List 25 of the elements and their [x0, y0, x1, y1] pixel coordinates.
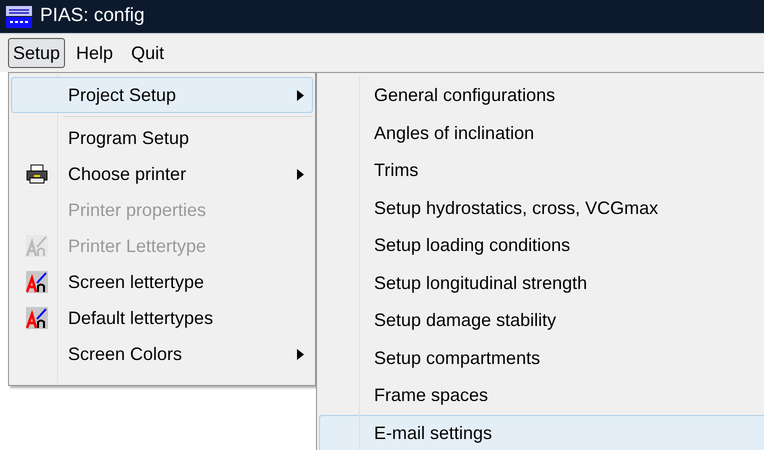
window-title: PIAS: config	[40, 4, 145, 28]
menu-item[interactable]: Default lettertypes	[11, 300, 313, 336]
menu-item[interactable]: Setup hydrostatics, cross, VCGmax	[319, 190, 764, 227]
menu-item[interactable]: Setup compartments	[319, 340, 764, 377]
menu-item[interactable]: Setup loading conditions	[319, 227, 764, 264]
app-icon	[6, 6, 32, 28]
menu-item[interactable]: Angles of inclination	[319, 114, 764, 152]
menu-item[interactable]: Setup longitudinal strength	[319, 264, 764, 302]
menu-item[interactable]: Program Setup	[11, 120, 313, 156]
menu-item[interactable]: Choose printer	[11, 156, 313, 192]
menu-item[interactable]: General configurations	[319, 77, 764, 114]
menu-item[interactable]: Screen Colors	[11, 336, 313, 372]
menu-bar-item[interactable]: Setup	[8, 38, 66, 68]
menu-item[interactable]: Trims	[319, 152, 764, 190]
menu-item[interactable]: Project Setup	[11, 77, 313, 113]
font-icon	[26, 235, 48, 257]
menu-item[interactable]: Setup damage stability	[319, 302, 764, 340]
menu-bar-item[interactable]: Quit	[124, 38, 172, 68]
printer-icon	[26, 164, 48, 184]
font-icon	[26, 307, 48, 329]
menu-bar-item[interactable]: Help	[69, 38, 120, 68]
font-icon	[26, 271, 48, 293]
menu-item[interactable]: E-mail settings	[319, 414, 764, 450]
menu-item[interactable]: Frame spaces	[319, 377, 764, 414]
menu-item[interactable]: Screen lettertype	[11, 264, 313, 300]
